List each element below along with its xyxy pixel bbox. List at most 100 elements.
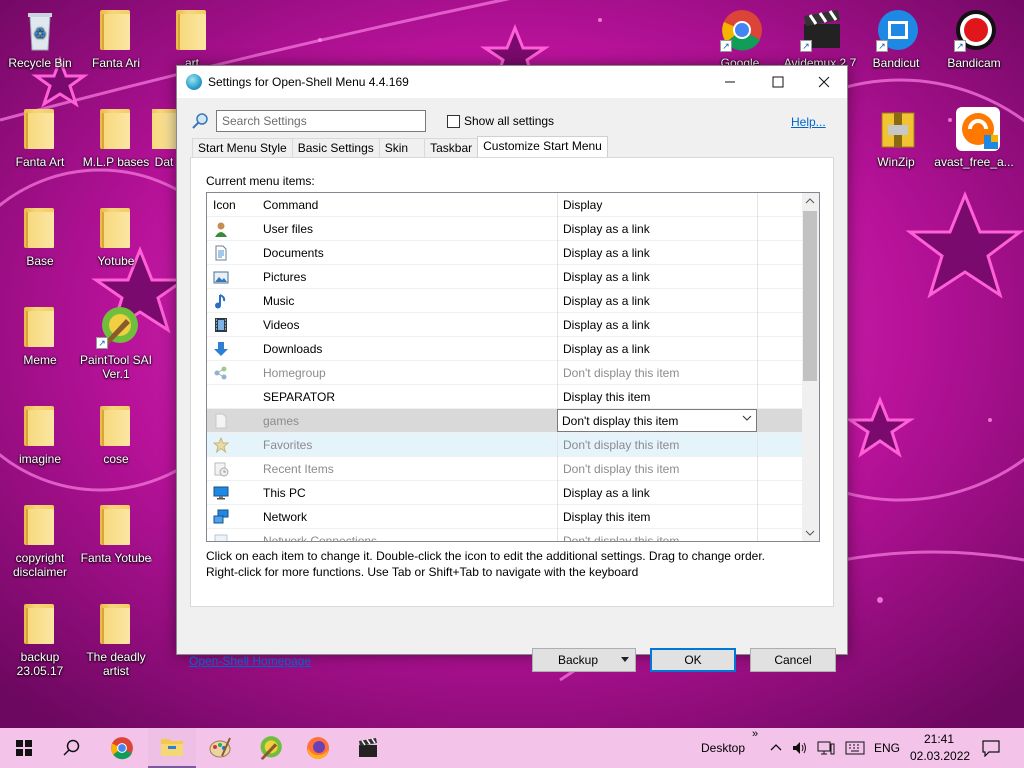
- tab-basic-settings[interactable]: Basic Settings: [291, 138, 380, 158]
- scroll-down-icon[interactable]: [805, 529, 815, 537]
- list-item[interactable]: Network Display this item: [207, 505, 803, 529]
- list-item[interactable]: Videos Display as a link: [207, 313, 803, 337]
- column-divider[interactable]: [557, 193, 558, 217]
- scrollbar-thumb[interactable]: [803, 211, 817, 381]
- menu-items-list[interactable]: Icon Command Display User files Display …: [206, 192, 820, 542]
- taskbar-chrome[interactable]: [98, 728, 146, 768]
- clock-time[interactable]: 21:41: [924, 732, 954, 746]
- desktop-icon-folder[interactable]: Yotube: [76, 206, 156, 268]
- command-cell: SEPARATOR: [263, 390, 336, 404]
- list-item[interactable]: Pictures Display as a link: [207, 265, 803, 289]
- maximize-button[interactable]: [755, 66, 801, 98]
- search-input[interactable]: Search Settings: [216, 110, 426, 132]
- desktop-icon-avidemux[interactable]: ↗ Avidemux 2.7: [780, 8, 860, 66]
- ok-button[interactable]: OK: [650, 648, 736, 672]
- tab-customize-start-menu[interactable]: Customize Start Menu: [477, 136, 608, 158]
- display-cell[interactable]: Display this item: [563, 390, 650, 404]
- scroll-up-icon[interactable]: [805, 197, 815, 205]
- list-item-selected[interactable]: games Don't display this item: [207, 409, 803, 433]
- desktop-toolbar-label[interactable]: Desktop: [701, 741, 745, 755]
- desktop-icon-folder[interactable]: Meme: [0, 305, 80, 367]
- desktop-icon-label: Meme: [23, 353, 57, 367]
- volume-icon[interactable]: [792, 740, 808, 756]
- desktop-icon-avast[interactable]: avast_free_a...: [934, 107, 1014, 169]
- display-cell[interactable]: Don't display this item: [563, 438, 679, 452]
- display-cell[interactable]: Display as a link: [563, 486, 650, 500]
- list-item[interactable]: Documents Display as a link: [207, 241, 803, 265]
- desktop-icon-folder[interactable]: cose: [76, 404, 156, 466]
- close-button[interactable]: [801, 66, 847, 98]
- minimize-button[interactable]: [707, 66, 753, 98]
- display-cell[interactable]: Don't display this item: [563, 366, 679, 380]
- taskbar-painttool-sai[interactable]: [246, 728, 294, 768]
- desktop-icon-folder[interactable]: copyright disclaimer: [0, 503, 80, 579]
- checkbox-box[interactable]: [447, 114, 460, 128]
- display-cell[interactable]: Display as a link: [563, 246, 650, 260]
- tab-start-menu-style[interactable]: Start Menu Style: [192, 138, 293, 158]
- column-header-icon[interactable]: Icon: [213, 198, 236, 212]
- clock-date[interactable]: 02.03.2022: [910, 749, 970, 763]
- display-cell[interactable]: Don't display this item: [563, 534, 679, 541]
- show-hidden-icons-chevron-up-icon[interactable]: [770, 742, 782, 752]
- desktop-icon-recycle-bin[interactable]: ♻ Recycle Bin: [0, 8, 80, 70]
- desktop-icon-bandicam[interactable]: ↗ Bandicam: [934, 8, 1014, 70]
- column-header-display[interactable]: Display: [563, 198, 602, 212]
- desktop-icon-folder[interactable]: art: [152, 8, 232, 70]
- tab-skin[interactable]: Skin: [378, 138, 426, 158]
- list-item[interactable]: Recent Items Don't display this item: [207, 457, 803, 481]
- desktop-icon-folder[interactable]: Dat: [152, 107, 176, 169]
- list-item[interactable]: Favorites Don't display this item: [207, 433, 803, 457]
- desktop-icon-folder[interactable]: Fanta Ari: [76, 8, 156, 70]
- display-cell[interactable]: Display as a link: [563, 318, 650, 332]
- list-item[interactable]: Network Connections Don't display this i…: [207, 529, 803, 541]
- keyboard-icon[interactable]: [845, 741, 865, 755]
- list-item[interactable]: This PC Display as a link: [207, 481, 803, 505]
- start-button[interactable]: [0, 728, 48, 768]
- desktop-icon-folder[interactable]: backup 23.05.17: [0, 602, 80, 678]
- search-button[interactable]: [48, 728, 96, 768]
- desktop-icon-folder[interactable]: The deadly artist: [76, 602, 156, 678]
- list-item[interactable]: SEPARATOR Display this item: [207, 385, 803, 409]
- list-item[interactable]: Downloads Display as a link: [207, 337, 803, 361]
- list-item[interactable]: Music Display as a link: [207, 289, 803, 313]
- network-tray-icon[interactable]: [817, 740, 835, 756]
- desktop-icon-folder[interactable]: Fanta Yotube: [76, 503, 156, 565]
- tab-taskbar[interactable]: Taskbar: [424, 138, 479, 158]
- column-header-command[interactable]: Command: [263, 198, 553, 212]
- open-shell-homepage-link[interactable]: Open-Shell Homepage: [189, 654, 311, 668]
- taskbar-avidemux[interactable]: [344, 728, 392, 768]
- show-all-settings-checkbox[interactable]: Show all settings: [447, 114, 554, 128]
- list-item[interactable]: User files Display as a link: [207, 217, 803, 241]
- display-cell[interactable]: Display as a link: [563, 222, 650, 236]
- desktop-icon-label: copyright disclaimer: [12, 551, 67, 579]
- display-cell[interactable]: Display as a link: [563, 294, 650, 308]
- taskbar-firefox[interactable]: [294, 728, 342, 768]
- desktop-icon-painttool-sai[interactable]: ↗ PaintTool SAI Ver.1: [76, 305, 156, 381]
- desktop-icon-google-chrome[interactable]: ↗ Google: [700, 8, 780, 66]
- desktop-icon-bandicut[interactable]: ↗ Bandicut: [856, 8, 936, 70]
- notifications-icon[interactable]: [982, 739, 1000, 757]
- desktop-icon-winzip[interactable]: WinZip: [856, 107, 936, 169]
- help-link[interactable]: Help...: [791, 115, 826, 129]
- list-item[interactable]: Homegroup Don't display this item: [207, 361, 803, 385]
- command-cell: Recent Items: [263, 462, 334, 476]
- desktop-icon-folder[interactable]: Fanta Art: [0, 107, 80, 169]
- toolbar-overflow-icon[interactable]: »: [752, 728, 758, 740]
- desktop-icon-folder[interactable]: M.L.P bases: [76, 107, 156, 169]
- title-bar[interactable]: Settings for Open-Shell Menu 4.4.169: [177, 66, 847, 98]
- display-cell[interactable]: Display as a link: [563, 342, 650, 356]
- taskbar-paint[interactable]: [196, 728, 244, 768]
- vertical-scrollbar[interactable]: [802, 193, 819, 541]
- cancel-button[interactable]: Cancel: [750, 648, 836, 672]
- display-cell[interactable]: Display as a link: [563, 270, 650, 284]
- column-divider[interactable]: [757, 193, 758, 217]
- language-indicator[interactable]: ENG: [874, 741, 900, 755]
- display-dropdown[interactable]: Don't display this item: [557, 409, 757, 432]
- desktop-icon-label: Recycle Bin: [8, 56, 72, 70]
- desktop-icon-folder[interactable]: Base: [0, 206, 80, 268]
- taskbar-file-explorer[interactable]: [148, 728, 196, 768]
- display-cell[interactable]: Display this item: [563, 510, 650, 524]
- desktop-icon-folder[interactable]: imagine: [0, 404, 80, 466]
- backup-button[interactable]: Backup: [532, 648, 636, 672]
- display-cell[interactable]: Don't display this item: [563, 462, 679, 476]
